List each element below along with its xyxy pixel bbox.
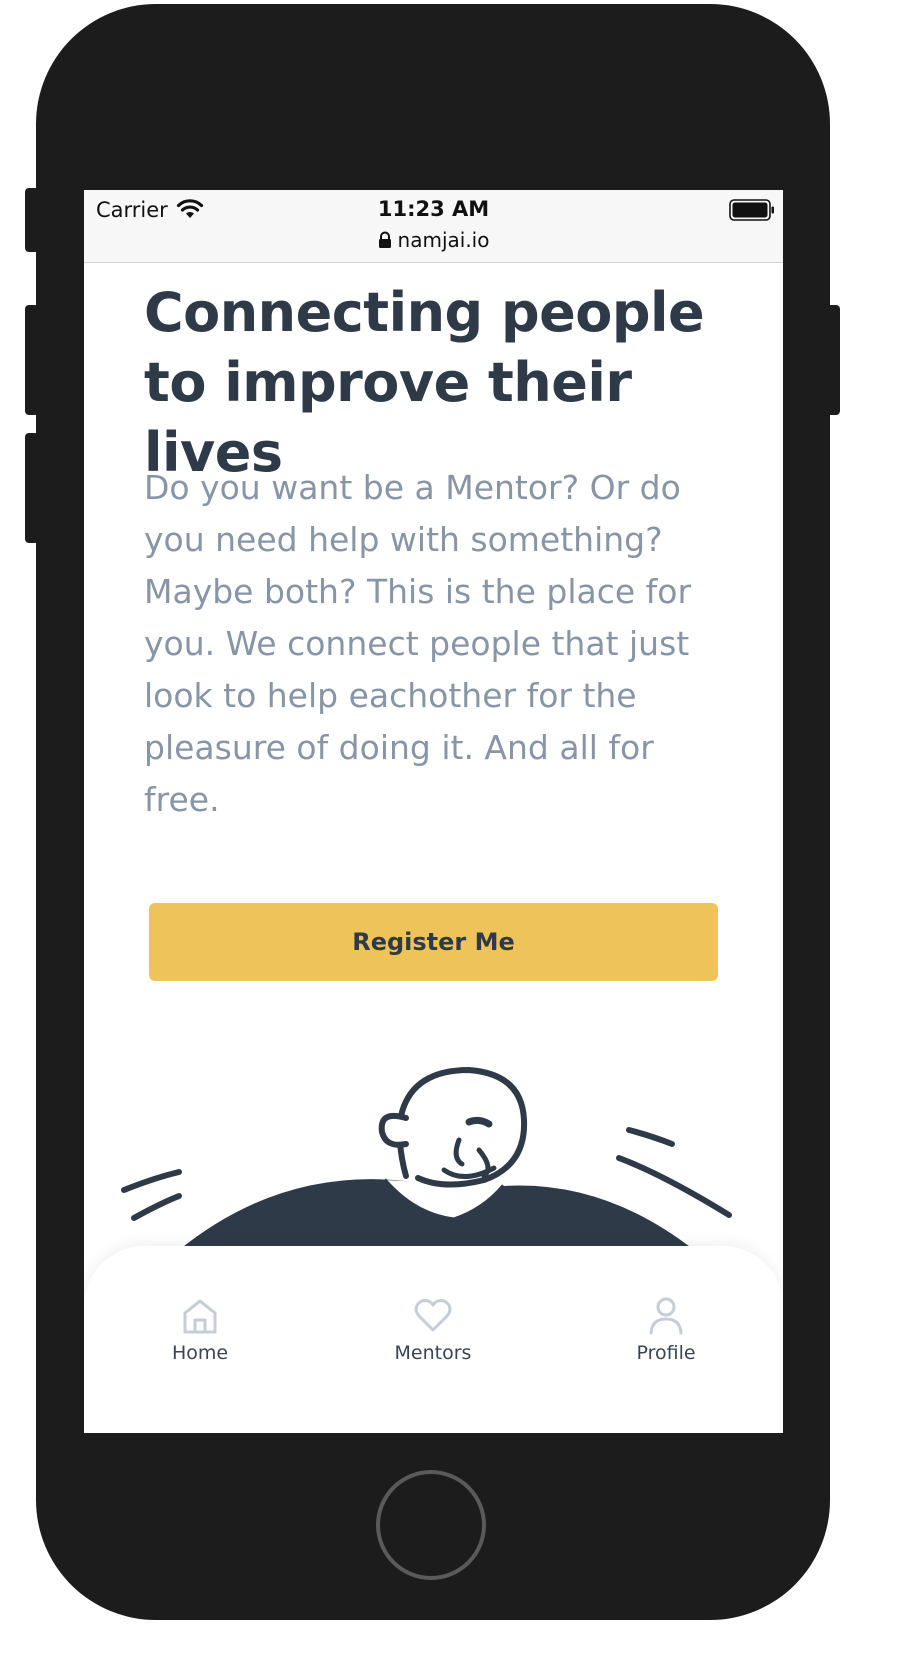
page-title: Connecting people to improve their lives xyxy=(144,278,744,488)
hero-description: Do you want be a Mentor? Or do you need … xyxy=(144,468,692,819)
status-time: 11:23 AM xyxy=(377,197,490,221)
tab-mentors-label: Mentors xyxy=(394,1342,472,1364)
tab-profile-label: Profile xyxy=(636,1342,696,1364)
tab-profile[interactable]: Profile xyxy=(596,1296,736,1364)
phone-screen: Carrier 11:23 AM namjai.io Connecting pe… xyxy=(84,190,783,1433)
mute-switch xyxy=(25,188,39,252)
hero-section: Connecting people to improve their lives xyxy=(144,278,744,488)
user-icon xyxy=(649,1297,683,1335)
volume-down-button xyxy=(25,433,39,543)
tab-home-label: Home xyxy=(171,1342,229,1364)
battery-icon xyxy=(729,199,775,225)
device-home-button[interactable] xyxy=(376,1470,486,1580)
home-icon xyxy=(183,1299,217,1334)
volume-up-button xyxy=(25,305,39,415)
tab-home[interactable]: Home xyxy=(130,1296,270,1364)
bottom-tab-bar: Home Mentors Profile xyxy=(84,1246,783,1433)
register-button[interactable]: Register Me xyxy=(149,903,718,981)
power-button xyxy=(826,305,840,415)
tab-mentors[interactable]: Mentors xyxy=(363,1296,503,1364)
address-bar[interactable]: namjai.io xyxy=(84,228,783,254)
heart-icon xyxy=(414,1298,452,1332)
url-text: namjai.io xyxy=(397,228,490,252)
mentor-illustration xyxy=(84,1050,783,1250)
lock-icon xyxy=(378,230,392,254)
headline-line-1: Connecting people xyxy=(144,281,705,344)
browser-status-bar: Carrier 11:23 AM namjai.io xyxy=(84,190,783,263)
